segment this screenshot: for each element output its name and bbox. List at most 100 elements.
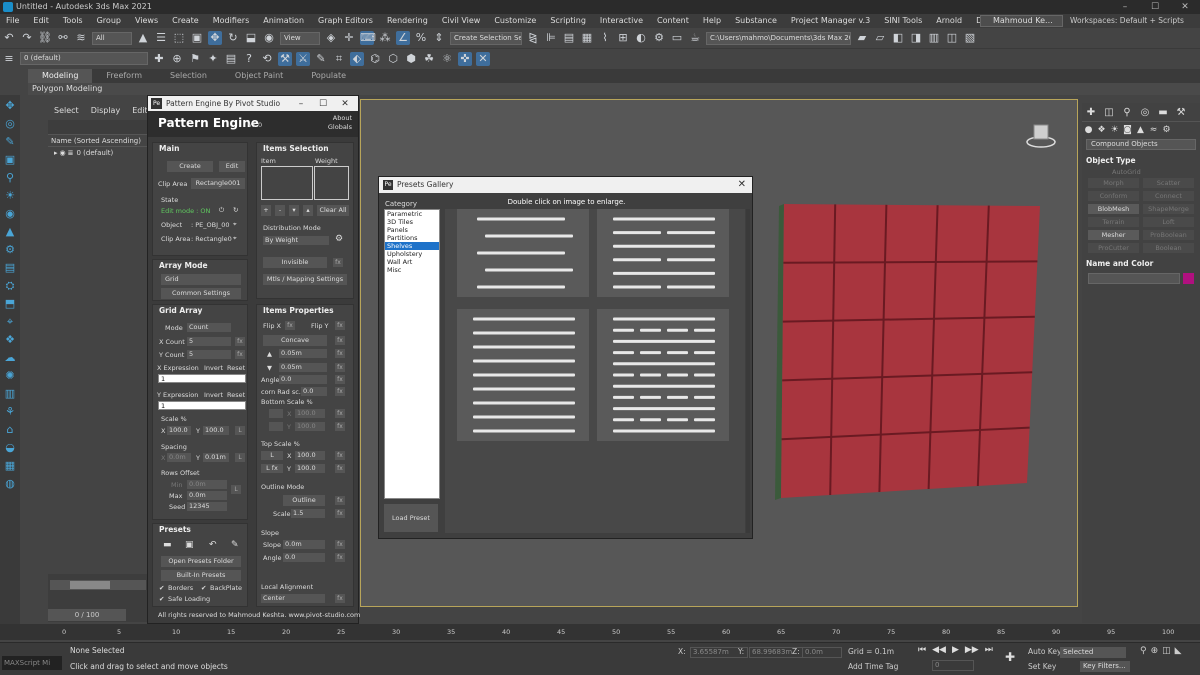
key-filters-button[interactable]: Key Filters...	[1080, 661, 1130, 672]
menu-create[interactable]: Create	[166, 14, 207, 28]
next-frame-icon[interactable]: ▶▶	[965, 645, 979, 655]
create-button[interactable]: Create	[167, 161, 213, 172]
strip-icon-18[interactable]: ⚘	[2, 405, 18, 419]
strip-icon-1[interactable]: ✥	[2, 99, 18, 113]
menu-modifiers[interactable]: Modifiers	[207, 14, 258, 28]
top-scale-lock-button[interactable]: L	[261, 451, 283, 460]
slope-angle-fx-button[interactable]: fx	[335, 553, 345, 562]
close-button[interactable]: ✕	[1170, 0, 1200, 14]
render-setup-icon[interactable]: ⚙	[652, 31, 666, 45]
previous-frame-icon[interactable]: ◀◀	[932, 645, 946, 655]
tool-icon-13[interactable]: ☘	[422, 52, 436, 66]
strip-icon-20[interactable]: ◒	[2, 441, 18, 455]
weight-list[interactable]	[314, 166, 349, 200]
remove-item-button[interactable]: -	[275, 205, 285, 216]
flip-y-fx-button[interactable]: fx	[335, 321, 345, 330]
keyboard-shortcut-icon[interactable]: ⌨	[360, 31, 376, 45]
explorer-column-header[interactable]: Name (Sorted Ascending)	[48, 135, 148, 147]
bottom-scale-y-spinner[interactable]: 100.0	[295, 422, 325, 431]
spacing-x-spinner[interactable]: 0.0m	[167, 453, 191, 462]
scatter-button[interactable]: Scatter	[1143, 178, 1194, 188]
z-coord-field[interactable]: 0.0m	[802, 647, 842, 658]
blobmesh-button[interactable]: BlobMesh	[1088, 204, 1139, 214]
preset-thumbnail[interactable]	[457, 209, 589, 297]
rotate-icon[interactable]: ↻	[226, 31, 240, 45]
systems-icon[interactable]: ⚙	[1160, 125, 1173, 135]
tab-freeform[interactable]: Freeform	[92, 69, 156, 83]
gallery-scrollbar[interactable]	[746, 209, 750, 533]
tool-icon-8[interactable]: ⌗	[332, 52, 346, 66]
backplate-check-icon[interactable]: ✔	[201, 584, 206, 592]
proboolean-button[interactable]: ProBoolean	[1143, 230, 1194, 240]
link-icon[interactable]: ⛓	[38, 31, 52, 45]
set-key-button[interactable]: Set Key	[1028, 662, 1056, 671]
object-color-swatch[interactable]	[1183, 273, 1194, 284]
array-mode-dropdown[interactable]: Grid	[161, 274, 241, 285]
shapemerge-button[interactable]: ShapeMerge	[1143, 204, 1194, 214]
workspace-selector[interactable]: Workspaces: Default + Scripts	[1070, 14, 1184, 28]
tool-icon-6[interactable]: ⚔	[296, 51, 310, 66]
local-alignment-fx-button[interactable]: fx	[335, 594, 345, 603]
concave-up-fx-button[interactable]: fx	[335, 349, 345, 358]
snaps-icon[interactable]: ⁂	[378, 31, 392, 45]
slope-angle-spinner[interactable]: 0.0	[283, 553, 325, 562]
menu-project-manager[interactable]: Project Manager v.3	[785, 14, 878, 28]
rect-selection-icon[interactable]: ⬚	[172, 31, 186, 45]
tool-icon-1[interactable]: ⚑	[188, 52, 202, 66]
flip-x-label[interactable]: Flip X	[263, 322, 281, 330]
explorer-row[interactable]: ▸ ◉ ≣ 0 (default)	[48, 147, 148, 159]
conform-button[interactable]: Conform	[1088, 191, 1139, 201]
preset-thumbnail[interactable]	[597, 309, 729, 441]
undo-preset-icon[interactable]: ↶	[209, 540, 217, 550]
toolbar-extra-icon-6[interactable]: ▧	[963, 31, 977, 45]
menu-scripting[interactable]: Scripting	[544, 14, 594, 28]
items-selection-title[interactable]: Items Selection	[257, 143, 353, 155]
strip-icon-6[interactable]: ☀	[2, 189, 18, 203]
menu-tools[interactable]: Tools	[57, 14, 91, 28]
menu-graph-editors[interactable]: Graph Editors	[312, 14, 381, 28]
redo-icon[interactable]: ↷	[20, 31, 34, 45]
tool-icon-16[interactable]: ✕	[476, 51, 490, 66]
menu-rendering[interactable]: Rendering	[381, 14, 436, 28]
go-to-start-icon[interactable]: ⏮	[918, 645, 926, 655]
strip-icon-14[interactable]: ❖	[2, 333, 18, 347]
align-icon[interactable]: ⊫	[544, 31, 558, 45]
play-icon[interactable]: ▶	[952, 645, 959, 655]
category-wall-art[interactable]: Wall Art	[385, 258, 439, 266]
utilities-tab-icon[interactable]: ⚒	[1172, 107, 1190, 118]
preset-thumbnail[interactable]	[457, 309, 589, 441]
category-parametric[interactable]: Parametric	[385, 210, 439, 218]
shapes-icon[interactable]: ❖	[1095, 125, 1108, 135]
toolbar-extra-icon-5[interactable]: ◫	[945, 31, 959, 45]
local-alignment-dropdown[interactable]: Center	[261, 594, 325, 603]
distribution-settings-icon[interactable]: ⚙	[335, 234, 343, 244]
create-layer-icon[interactable]: ✚	[152, 52, 166, 66]
flip-x-fx-button[interactable]: fx	[285, 321, 295, 330]
explorer-menu-select[interactable]: Select	[48, 102, 85, 120]
strip-icon-15[interactable]: ☁	[2, 351, 18, 365]
seed-spinner[interactable]: 12345	[187, 502, 227, 511]
items-properties-title[interactable]: Items Properties	[257, 305, 353, 317]
tool-icon-10[interactable]: ⌬	[368, 52, 382, 66]
strip-icon-5[interactable]: ⚲	[2, 171, 18, 185]
outline-scale-fx-button[interactable]: fx	[335, 509, 345, 518]
top-scale-x-spinner[interactable]: 100.0	[295, 451, 325, 460]
tab-modeling[interactable]: Modeling	[28, 69, 93, 83]
autogrid-checkbox[interactable]: AutoGrid	[1082, 168, 1200, 176]
select-object-icon[interactable]: ▲	[136, 31, 150, 45]
menu-civil-view[interactable]: Civil View	[436, 14, 489, 28]
strip-icon-12[interactable]: ⬒	[2, 297, 18, 311]
mirror-icon[interactable]: ⧎	[526, 31, 540, 45]
modify-tab-icon[interactable]: ◫	[1100, 107, 1118, 118]
array-mode-title[interactable]: Array Mode	[153, 260, 247, 272]
clip-pick-icon[interactable]: ⌖	[233, 234, 237, 243]
tool-icon-2[interactable]: ✦	[206, 52, 220, 66]
power-icon[interactable]: ⏻	[219, 206, 224, 215]
select-by-name-icon[interactable]: ☰	[154, 31, 168, 45]
bottom-scale-y-fx-button[interactable]: fx	[335, 422, 345, 431]
user-account[interactable]: Mahmoud Ke...	[980, 15, 1063, 27]
clear-all-button[interactable]: Clear All	[317, 205, 349, 216]
category-panels[interactable]: Panels	[385, 226, 439, 234]
undo-icon[interactable]: ↶	[2, 31, 16, 45]
tab-object-paint[interactable]: Object Paint	[221, 69, 297, 83]
